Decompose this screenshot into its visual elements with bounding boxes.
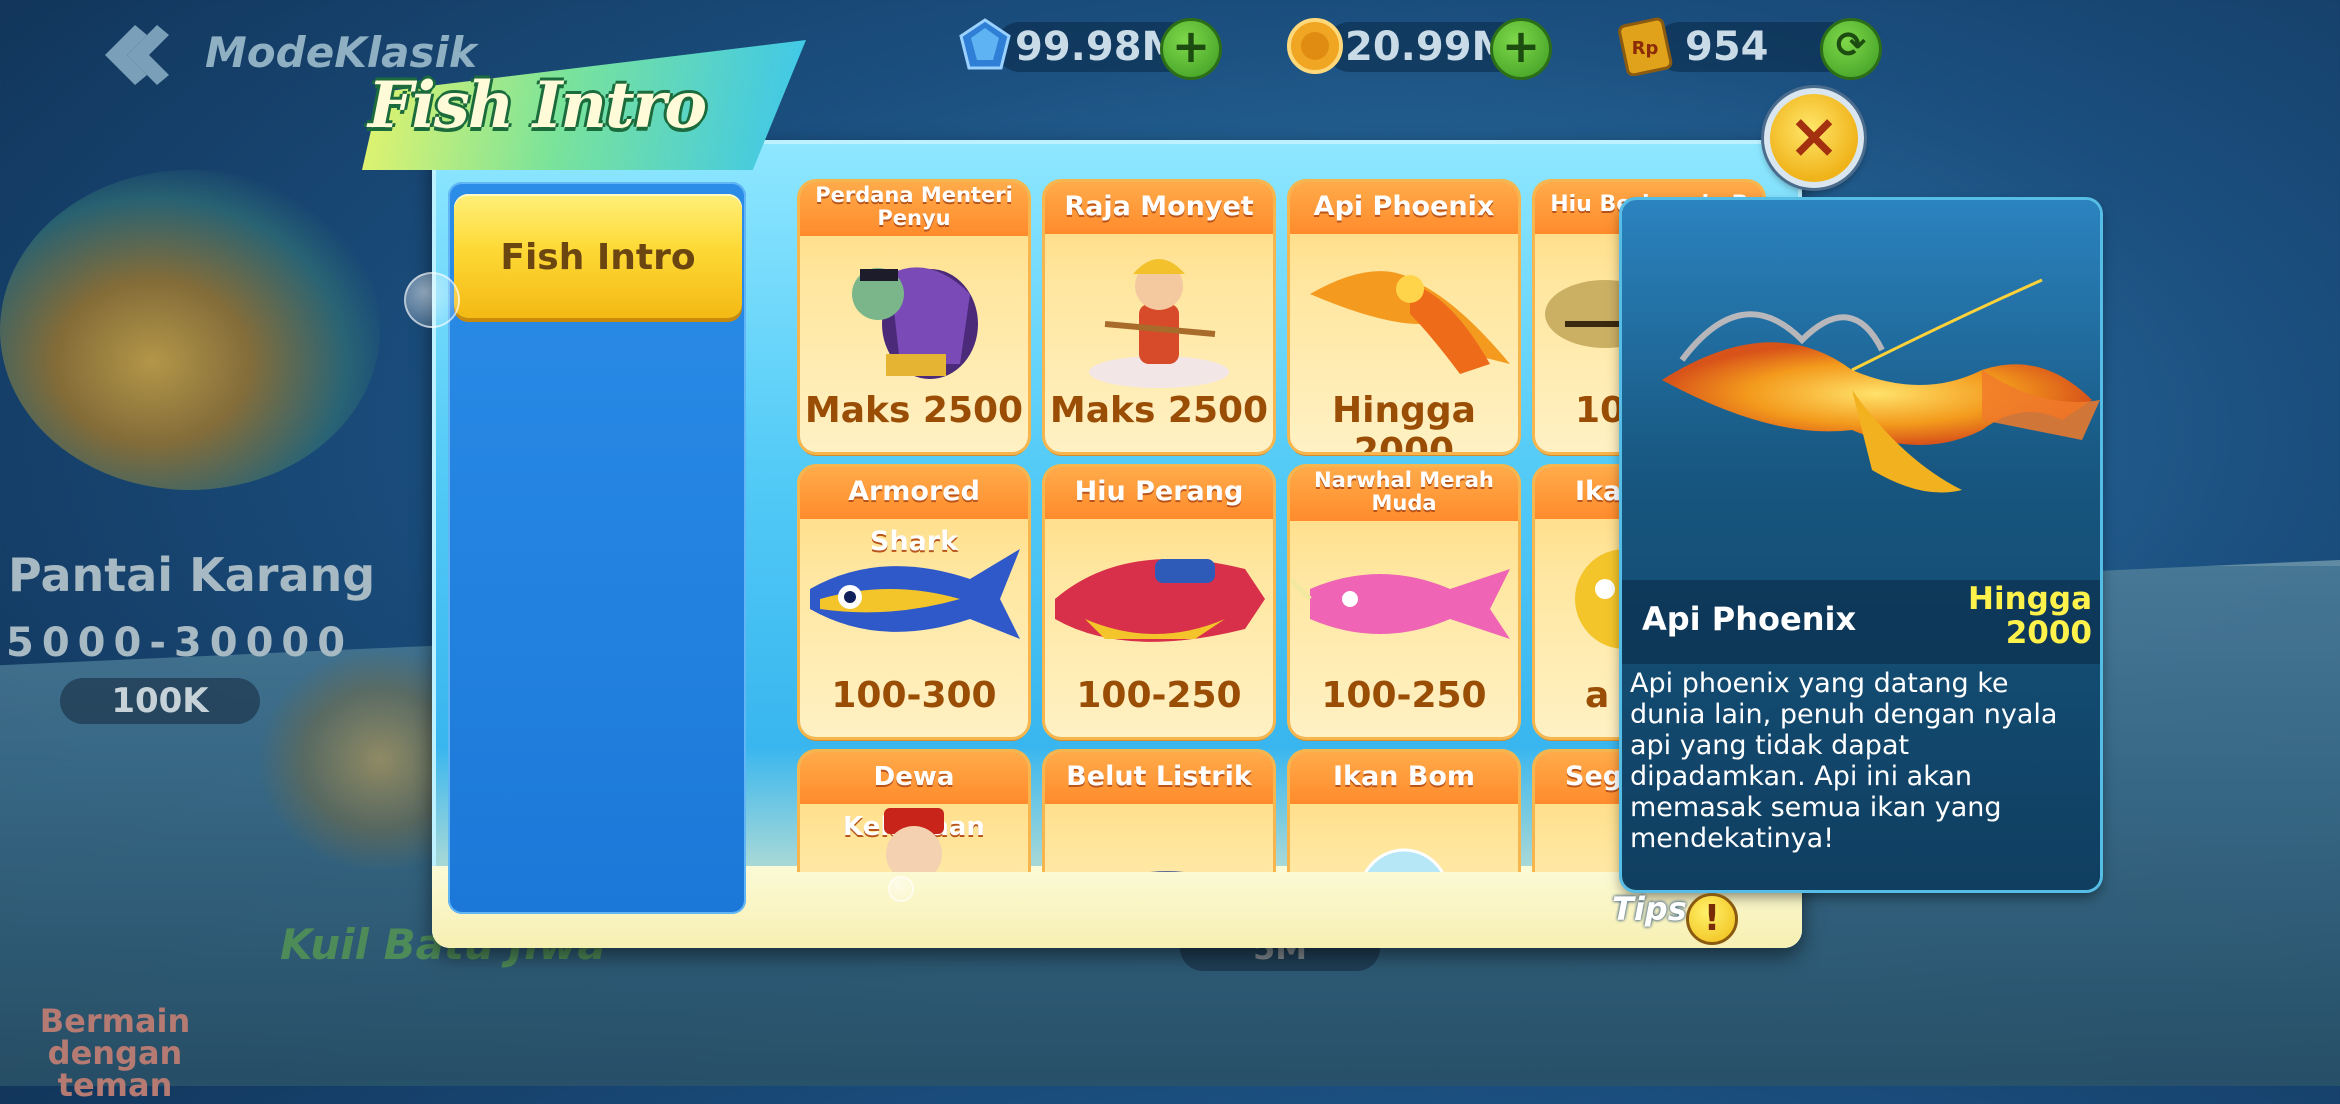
fish-card[interactable]: Raja Monyet Maks 2500 bbox=[1045, 182, 1273, 452]
play-with-friends-button[interactable]: Bermain dengan teman bbox=[10, 1005, 220, 1101]
fish-card[interactable]: Belut Listrik bbox=[1045, 752, 1273, 872]
exchange-button[interactable]: ⟳ bbox=[1820, 18, 1882, 80]
phoenix-image bbox=[1310, 271, 1510, 374]
gold-coin-icon bbox=[1287, 18, 1343, 74]
fish-card[interactable]: Armored Shark 100-300 bbox=[800, 467, 1028, 737]
location-range: 5000-30000 bbox=[6, 620, 354, 666]
currency-coins: 20.99M + bbox=[1285, 16, 1565, 80]
location-name[interactable]: Pantai Karang bbox=[8, 548, 375, 602]
fish-card[interactable]: Perdana Menteri Penyu Maks 2500 bbox=[800, 182, 1028, 452]
turtle-minister-image bbox=[852, 267, 978, 379]
background-island bbox=[0, 170, 380, 490]
fish-card-name: Api Phoenix bbox=[1290, 182, 1518, 234]
fish-card-name: Belut Listrik bbox=[1045, 752, 1273, 804]
fish-card-value: Maks 2500 bbox=[1049, 390, 1269, 431]
fish-card[interactable]: Api Phoenix Hingga 2000 bbox=[1290, 182, 1518, 452]
fish-card-name: Narwhal Merah Muda bbox=[1290, 467, 1518, 521]
fish-card-name: Armored Shark bbox=[800, 467, 1028, 557]
svg-text:Rp: Rp bbox=[1632, 38, 1659, 59]
back-arrow-icon[interactable] bbox=[95, 20, 175, 90]
bubble-decoration bbox=[404, 272, 460, 328]
add-gems-button[interactable]: + bbox=[1160, 18, 1222, 80]
fish-card[interactable]: Hiu Perang 100-250 bbox=[1045, 467, 1273, 737]
currency-rupiah: Rp 954 ⟳ bbox=[1615, 16, 1895, 80]
fish-card[interactable]: Dewa Kekayaan bbox=[800, 752, 1028, 872]
fish-card-name: Perdana Menteri Penyu bbox=[800, 182, 1028, 236]
fish-card-value: Hingga 2000 bbox=[1332, 390, 1476, 452]
dialog-title: Fish Intro bbox=[368, 68, 707, 143]
fish-card-name: Raja Monyet bbox=[1045, 182, 1273, 234]
fish-card-value: 100-300 bbox=[831, 675, 997, 716]
add-coins-button[interactable]: + bbox=[1490, 18, 1552, 80]
fish-card-name: Ikan Bom bbox=[1290, 752, 1518, 804]
pink-narwhal-image bbox=[1290, 569, 1510, 639]
tab-fish-intro[interactable]: Fish Intro bbox=[454, 194, 742, 318]
detail-fish-name: Api Phoenix bbox=[1642, 600, 1857, 638]
gem-icon bbox=[959, 18, 1011, 70]
detail-description: Api phoenix yang datang ke dunia lain, p… bbox=[1630, 668, 2058, 854]
gem-amount: 99.98M bbox=[1015, 24, 1182, 70]
tips-label[interactable]: Tips bbox=[1612, 890, 1687, 928]
bomb-fish-image bbox=[1364, 848, 1444, 872]
location-bet-badge: 100K bbox=[60, 678, 260, 724]
coin-amount: 20.99M bbox=[1345, 24, 1512, 70]
fish-card[interactable]: Ikan Bom bbox=[1290, 752, 1518, 872]
detail-multiplier: Hingga 2000 bbox=[1952, 582, 2092, 650]
fish-card-value: 100-250 bbox=[1076, 675, 1242, 716]
bubble-decoration bbox=[888, 876, 914, 902]
fish-detail-panel: Api Phoenix Hingga 2000 Api phoenix yang… bbox=[1622, 200, 2100, 890]
fish-card-name: Hiu Perang bbox=[1045, 467, 1273, 519]
tips-info-icon[interactable]: ! bbox=[1686, 893, 1738, 945]
monkey-king-image bbox=[1089, 259, 1229, 388]
fish-card-value: Maks 2500 bbox=[804, 390, 1024, 431]
god-of-wealth-image bbox=[884, 808, 944, 872]
close-button[interactable]: × bbox=[1764, 88, 1864, 188]
rupiah-ticket-icon: Rp bbox=[1618, 17, 1673, 76]
currency-gems: 99.98M + bbox=[955, 16, 1235, 80]
war-shark-image bbox=[1055, 559, 1265, 642]
phoenix-detail-image bbox=[1662, 278, 2100, 493]
fish-card[interactable]: Narwhal Merah Muda 100-250 bbox=[1290, 467, 1518, 737]
fish-card-value: 100-250 bbox=[1321, 675, 1487, 716]
detail-multiplier-text: Hingga 2000 bbox=[1968, 581, 2092, 651]
electric-eel-image bbox=[1151, 871, 1185, 872]
rupiah-amount: 954 bbox=[1685, 24, 1769, 70]
armored-shark-image bbox=[810, 549, 1020, 639]
fish-card-name: Dewa Kekayaan bbox=[800, 752, 1028, 842]
